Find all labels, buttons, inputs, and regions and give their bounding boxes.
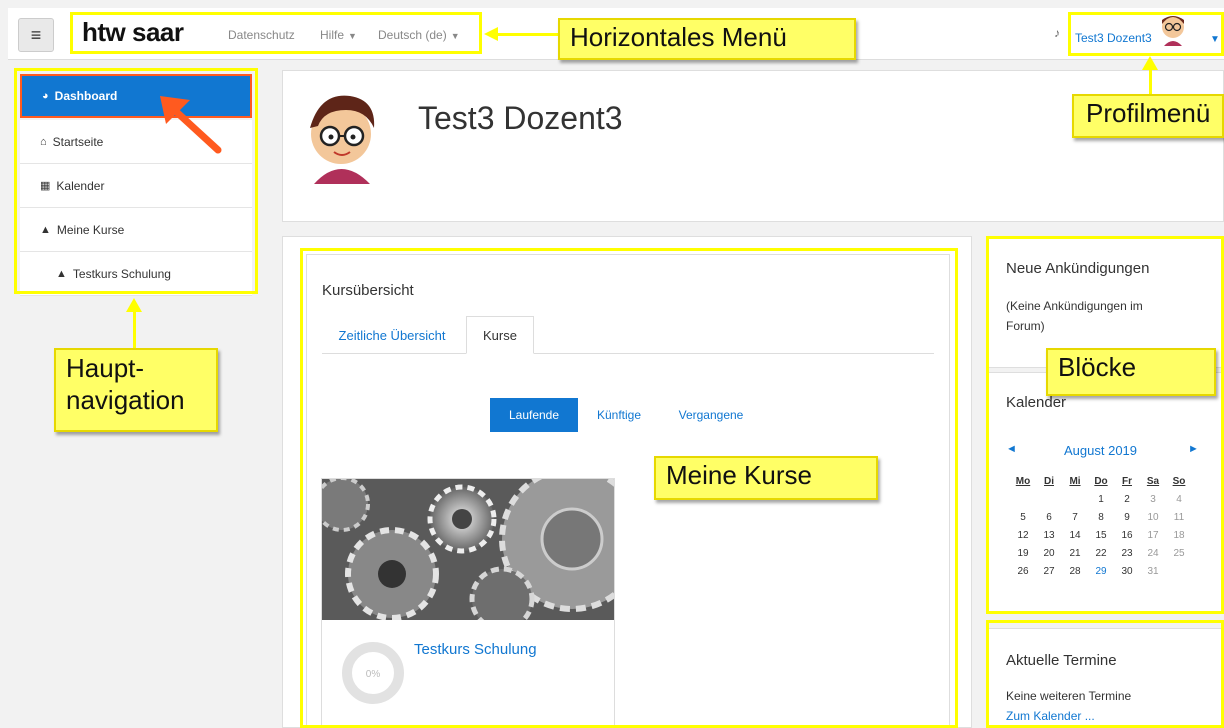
hamburger-icon: ≡ (30, 24, 42, 45)
callout-main-nav-line1: Haupt- (66, 353, 145, 383)
highlight-blocks-lower (986, 620, 1224, 728)
arrow-up-icon (1142, 56, 1158, 70)
callout-main-navigation: Haupt- navigation (54, 348, 218, 432)
hamburger-menu-button[interactable]: ≡ (18, 18, 54, 52)
arrow-left-icon (484, 27, 498, 41)
highlight-profile-menu (1068, 12, 1224, 56)
bell-icon[interactable]: ♪ (1054, 26, 1060, 40)
callout-profile-menu: Profilmenü (1072, 94, 1224, 138)
highlight-horizontal-menu (70, 12, 482, 54)
callout-blocks: Blöcke (1046, 348, 1216, 396)
callout-main-nav-line2: navigation (66, 385, 185, 415)
profile-avatar (310, 95, 375, 184)
page-title: Test3 Dozent3 (418, 100, 623, 136)
page-header-card (282, 70, 1224, 222)
annotation-line (490, 33, 560, 36)
arrow-up-icon (126, 298, 142, 312)
annotation-line (133, 306, 136, 348)
callout-horizontal-menu: Horizontales Menü (558, 18, 856, 60)
arrow-pointer-icon (160, 96, 222, 154)
highlight-blocks (986, 236, 1224, 614)
callout-my-courses: Meine Kurse (654, 456, 878, 500)
